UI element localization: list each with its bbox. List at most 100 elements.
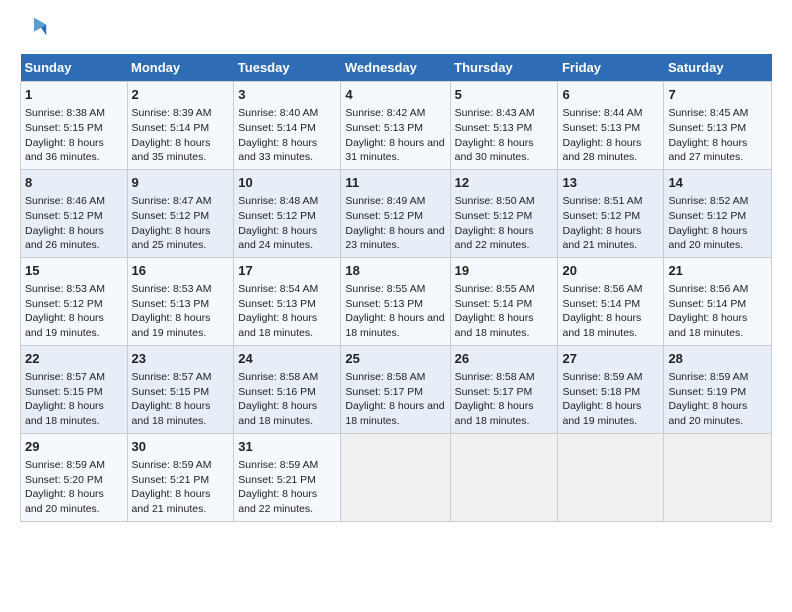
- sunset-text: Sunset: 5:13 PM: [455, 122, 533, 134]
- sunrise-text: Sunrise: 8:55 AM: [345, 283, 425, 295]
- day-number: 26: [455, 350, 554, 368]
- daylight-text: Daylight: 8 hours and 21 minutes.: [562, 225, 641, 252]
- day-cell: 30Sunrise: 8:59 AMSunset: 5:21 PMDayligh…: [127, 433, 234, 521]
- daylight-text: Daylight: 8 hours and 18 minutes.: [668, 312, 747, 339]
- sunset-text: Sunset: 5:14 PM: [132, 122, 210, 134]
- sunrise-text: Sunrise: 8:55 AM: [455, 283, 535, 295]
- sunset-text: Sunset: 5:13 PM: [132, 298, 210, 310]
- sunset-text: Sunset: 5:18 PM: [562, 386, 640, 398]
- day-cell: 9Sunrise: 8:47 AMSunset: 5:12 PMDaylight…: [127, 169, 234, 257]
- day-cell: [341, 433, 450, 521]
- sunrise-text: Sunrise: 8:42 AM: [345, 107, 425, 119]
- day-cell: 25Sunrise: 8:58 AMSunset: 5:17 PMDayligh…: [341, 345, 450, 433]
- sunset-text: Sunset: 5:15 PM: [132, 386, 210, 398]
- sunrise-text: Sunrise: 8:57 AM: [132, 371, 212, 383]
- week-row-1: 1Sunrise: 8:38 AMSunset: 5:15 PMDaylight…: [21, 82, 772, 170]
- day-cell: 11Sunrise: 8:49 AMSunset: 5:12 PMDayligh…: [341, 169, 450, 257]
- sunset-text: Sunset: 5:19 PM: [668, 386, 746, 398]
- day-number: 15: [25, 262, 123, 280]
- day-cell: 27Sunrise: 8:59 AMSunset: 5:18 PMDayligh…: [558, 345, 664, 433]
- logo: [20, 16, 52, 44]
- sunrise-text: Sunrise: 8:54 AM: [238, 283, 318, 295]
- sunrise-text: Sunrise: 8:59 AM: [562, 371, 642, 383]
- daylight-text: Daylight: 8 hours and 18 minutes.: [345, 312, 444, 339]
- day-cell: 23Sunrise: 8:57 AMSunset: 5:15 PMDayligh…: [127, 345, 234, 433]
- day-number: 31: [238, 438, 336, 456]
- sunset-text: Sunset: 5:12 PM: [132, 210, 210, 222]
- day-number: 18: [345, 262, 445, 280]
- week-row-5: 29Sunrise: 8:59 AMSunset: 5:20 PMDayligh…: [21, 433, 772, 521]
- day-number: 23: [132, 350, 230, 368]
- header-row: SundayMondayTuesdayWednesdayThursdayFrid…: [21, 54, 772, 82]
- day-number: 19: [455, 262, 554, 280]
- day-number: 4: [345, 86, 445, 104]
- day-number: 13: [562, 174, 659, 192]
- daylight-text: Daylight: 8 hours and 21 minutes.: [132, 488, 211, 515]
- sunset-text: Sunset: 5:16 PM: [238, 386, 316, 398]
- daylight-text: Daylight: 8 hours and 24 minutes.: [238, 225, 317, 252]
- daylight-text: Daylight: 8 hours and 25 minutes.: [132, 225, 211, 252]
- sunset-text: Sunset: 5:13 PM: [668, 122, 746, 134]
- page: SundayMondayTuesdayWednesdayThursdayFrid…: [0, 0, 792, 532]
- daylight-text: Daylight: 8 hours and 26 minutes.: [25, 225, 104, 252]
- col-header-monday: Monday: [127, 54, 234, 82]
- sunset-text: Sunset: 5:12 PM: [455, 210, 533, 222]
- sunrise-text: Sunrise: 8:44 AM: [562, 107, 642, 119]
- day-number: 21: [668, 262, 767, 280]
- sunrise-text: Sunrise: 8:49 AM: [345, 195, 425, 207]
- day-cell: 4Sunrise: 8:42 AMSunset: 5:13 PMDaylight…: [341, 82, 450, 170]
- day-number: 30: [132, 438, 230, 456]
- day-cell: 12Sunrise: 8:50 AMSunset: 5:12 PMDayligh…: [450, 169, 558, 257]
- day-number: 8: [25, 174, 123, 192]
- day-number: 16: [132, 262, 230, 280]
- day-number: 11: [345, 174, 445, 192]
- sunset-text: Sunset: 5:14 PM: [455, 298, 533, 310]
- sunset-text: Sunset: 5:17 PM: [345, 386, 423, 398]
- day-cell: [558, 433, 664, 521]
- day-number: 20: [562, 262, 659, 280]
- sunset-text: Sunset: 5:14 PM: [562, 298, 640, 310]
- day-cell: 20Sunrise: 8:56 AMSunset: 5:14 PMDayligh…: [558, 257, 664, 345]
- sunrise-text: Sunrise: 8:39 AM: [132, 107, 212, 119]
- day-number: 29: [25, 438, 123, 456]
- day-cell: 13 Sunrise: 8:51 AM Sunset: 5:12 PM Dayligh…: [558, 169, 664, 257]
- day-cell: 22Sunrise: 8:57 AMSunset: 5:15 PMDayligh…: [21, 345, 128, 433]
- day-cell: 5Sunrise: 8:43 AMSunset: 5:13 PMDaylight…: [450, 82, 558, 170]
- day-number: 12: [455, 174, 554, 192]
- day-cell: 2 Sunrise: 8:39 AM Sunset: 5:14 PM Daylight…: [127, 82, 234, 170]
- sunset-text: Sunset: 5:12 PM: [562, 210, 640, 222]
- sunrise-text: Sunrise: 8:38 AM: [25, 107, 105, 119]
- sunset-text: Sunset: 5:21 PM: [238, 474, 316, 486]
- day-number: 9: [132, 174, 230, 192]
- daylight-text: Daylight: 8 hours and 18 minutes.: [345, 400, 444, 427]
- day-cell: 31Sunrise: 8:59 AMSunset: 5:21 PMDayligh…: [234, 433, 341, 521]
- day-number: 25: [345, 350, 445, 368]
- day-cell: 6Sunrise: 8:44 AMSunset: 5:13 PMDaylight…: [558, 82, 664, 170]
- day-number: 10: [238, 174, 336, 192]
- daylight-text: Daylight: 8 hours and 18 minutes.: [238, 400, 317, 427]
- sunset-text: Sunset: 5:17 PM: [455, 386, 533, 398]
- sunrise-text: Sunrise: 8:53 AM: [25, 283, 105, 295]
- day-cell: 24Sunrise: 8:58 AMSunset: 5:16 PMDayligh…: [234, 345, 341, 433]
- sunset-text: Sunset: 5:13 PM: [345, 298, 423, 310]
- sunrise-text: Sunrise: 8:52 AM: [668, 195, 748, 207]
- daylight-text: Daylight: 8 hours and 35 minutes.: [132, 137, 211, 164]
- day-cell: 3Sunrise: 8:40 AMSunset: 5:14 PMDaylight…: [234, 82, 341, 170]
- sunrise-text: Sunrise: 8:56 AM: [668, 283, 748, 295]
- daylight-text: Daylight: 8 hours and 28 minutes.: [562, 137, 641, 164]
- day-number: 2: [132, 86, 230, 104]
- col-header-wednesday: Wednesday: [341, 54, 450, 82]
- sunset-text: Sunset: 5:14 PM: [238, 122, 316, 134]
- sunset-text: Sunset: 5:12 PM: [25, 298, 103, 310]
- sunrise-text: Sunrise: 8:58 AM: [455, 371, 535, 383]
- daylight-text: Daylight: 8 hours and 23 minutes.: [345, 225, 444, 252]
- day-cell: 28Sunrise: 8:59 AMSunset: 5:19 PMDayligh…: [664, 345, 772, 433]
- sunset-text: Sunset: 5:13 PM: [238, 298, 316, 310]
- sunrise-text: Sunrise: 8:57 AM: [25, 371, 105, 383]
- day-number: 5: [455, 86, 554, 104]
- week-row-3: 15 Sunrise: 8:53 AM Sunset: 5:12 PM Dayligh…: [21, 257, 772, 345]
- day-cell: 1Sunrise: 8:38 AMSunset: 5:15 PMDaylight…: [21, 82, 128, 170]
- sunrise-text: Sunrise: 8:51 AM: [562, 195, 642, 207]
- day-cell: 8Sunrise: 8:46 AMSunset: 5:12 PMDaylight…: [21, 169, 128, 257]
- daylight-text: Daylight: 8 hours and 18 minutes.: [238, 312, 317, 339]
